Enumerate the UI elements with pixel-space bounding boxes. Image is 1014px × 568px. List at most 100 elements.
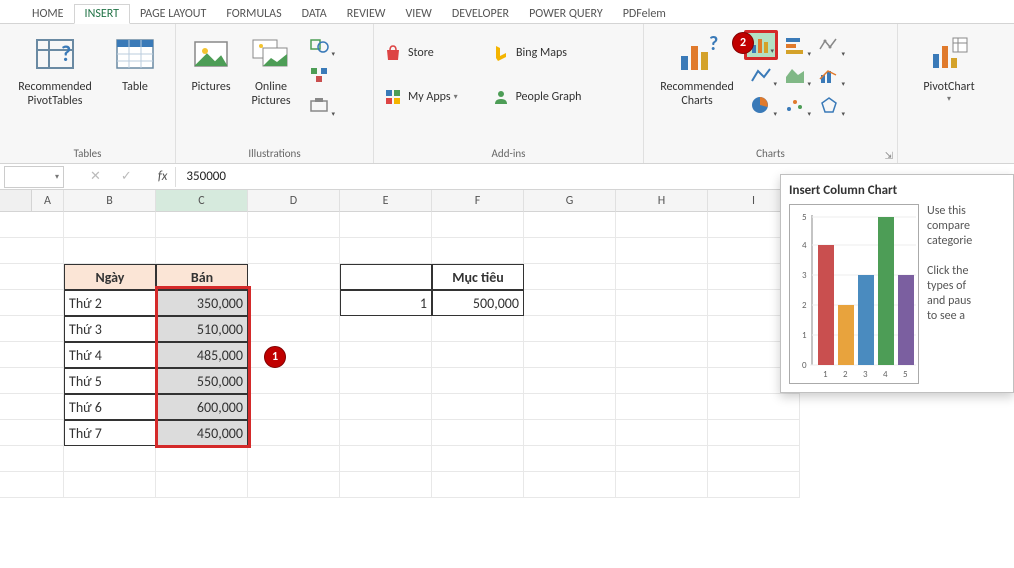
online-pictures-label: Online Pictures — [251, 80, 290, 108]
area-chart-button[interactable]: ▾ — [778, 60, 812, 90]
table-label: Table — [122, 80, 148, 94]
callout-badge-2: 2 — [732, 32, 754, 54]
pictures-button[interactable]: Pictures — [182, 28, 240, 142]
cell-day[interactable]: Thứ 7 — [64, 420, 156, 446]
tooltip-title: Insert Column Chart — [789, 183, 1005, 198]
col-H[interactable]: H — [616, 190, 708, 212]
tab-page-layout[interactable]: PAGE LAYOUT — [130, 5, 216, 23]
cell-target-label[interactable]: Mục tiêu — [432, 264, 524, 290]
stock-chart-icon — [818, 35, 840, 55]
cell-header-sold[interactable]: Bán — [156, 264, 248, 290]
formula-value[interactable]: 350000 — [186, 169, 226, 184]
bar-chart-icon — [784, 35, 806, 55]
cell-target-idx[interactable]: 1 — [340, 290, 432, 316]
screenshot-button[interactable]: ▾ — [302, 90, 336, 120]
ribbon: ? Recommended PivotTables Table Tables P… — [0, 24, 1014, 164]
col-E[interactable]: E — [340, 190, 432, 212]
tab-review[interactable]: REVIEW — [337, 5, 396, 23]
shapes-button[interactable]: ▾ — [302, 30, 336, 60]
pivot-question-icon: ? — [33, 32, 77, 76]
svg-text:4: 4 — [883, 369, 888, 380]
combo-chart-button[interactable]: ▾ — [812, 60, 846, 90]
cell-target-val[interactable]: 500,000 — [432, 290, 524, 316]
line-chart-button[interactable]: ▾ — [744, 60, 778, 90]
store-button[interactable]: Store — [380, 38, 488, 68]
col-A[interactable]: A — [32, 190, 64, 212]
col-G[interactable]: G — [524, 190, 616, 212]
tooltip-chart-preview: 0 1 2 3 4 5 12345 — [789, 204, 919, 384]
recommended-charts-icon: ? — [675, 32, 719, 76]
stock-chart-button[interactable]: ▾ — [812, 30, 846, 60]
svg-text:0: 0 — [802, 360, 807, 371]
cell-sold[interactable]: 485,000 — [156, 342, 248, 368]
radar-chart-icon — [818, 95, 840, 115]
radar-chart-button[interactable]: ▾ — [812, 90, 846, 120]
cell-E-blank[interactable] — [340, 264, 432, 290]
tab-data[interactable]: DATA — [292, 5, 337, 23]
my-apps-button[interactable]: My Apps ▾ — [380, 82, 488, 112]
col-F[interactable]: F — [432, 190, 524, 212]
pie-chart-icon — [750, 95, 772, 115]
group-tables: ? Recommended PivotTables Table Tables — [0, 24, 176, 163]
recommended-pivottables-label: Recommended PivotTables — [18, 80, 92, 108]
tooltip-text: Use this compare categorie Click the typ… — [927, 204, 972, 384]
pivotchart-button[interactable]: PivotChart ▾ — [904, 28, 994, 142]
tab-view[interactable]: VIEW — [395, 5, 441, 23]
formula-controls: ✕ ✓ — [80, 169, 142, 184]
name-box[interactable]: ▾ — [4, 166, 64, 188]
svg-text:3: 3 — [863, 369, 868, 380]
group-illustrations: Pictures Online Pictures ▾ ▾ Illustratio… — [176, 24, 374, 163]
bing-icon — [492, 44, 510, 62]
svg-text:4: 4 — [802, 240, 807, 251]
online-pictures-button[interactable]: Online Pictures — [240, 28, 302, 142]
col-C[interactable]: C — [156, 190, 248, 212]
ribbon-tabs: HOME INSERT PAGE LAYOUT FORMULAS DATA RE… — [0, 0, 1014, 24]
my-apps-label: My Apps — [408, 90, 451, 104]
cell-day[interactable]: Thứ 5 — [64, 368, 156, 394]
tab-pdfelement[interactable]: PDFelem — [613, 5, 676, 23]
recommended-pivottables-button[interactable]: ? Recommended PivotTables — [6, 28, 104, 142]
bar-chart-button[interactable]: ▾ — [778, 30, 812, 60]
cancel-icon[interactable]: ✕ — [90, 169, 101, 184]
cell-sold[interactable]: 350,000 — [156, 290, 248, 316]
online-pictures-icon — [249, 32, 293, 76]
tab-insert[interactable]: INSERT — [74, 4, 130, 24]
cell-sold[interactable]: 510,000 — [156, 316, 248, 342]
cell-sold[interactable]: 550,000 — [156, 368, 248, 394]
col-B[interactable]: B — [64, 190, 156, 212]
group-tables-label: Tables — [0, 147, 175, 163]
charts-dialog-launcher[interactable]: ⇲ — [644, 149, 897, 163]
fx-label[interactable]: fx — [158, 169, 168, 184]
tab-home[interactable]: HOME — [22, 5, 74, 23]
pivotchart-label: PivotChart — [923, 80, 974, 94]
people-graph-button[interactable]: People Graph — [488, 82, 637, 112]
group-addins: Store Bing Maps My Apps ▾ People Graph — [374, 24, 644, 163]
cell-day[interactable]: Thứ 6 — [64, 394, 156, 420]
tab-developer[interactable]: DEVELOPER — [442, 5, 519, 23]
cell-day[interactable]: Thứ 2 — [64, 290, 156, 316]
pivotchart-icon — [927, 32, 971, 76]
pie-chart-button[interactable]: ▾ — [744, 90, 778, 120]
enter-icon[interactable]: ✓ — [121, 169, 132, 184]
smartart-button[interactable] — [302, 60, 336, 90]
svg-text:2: 2 — [843, 369, 848, 380]
select-all-corner[interactable] — [0, 190, 32, 212]
cell-sold[interactable]: 450,000 — [156, 420, 248, 446]
cell-day[interactable]: Thứ 4 — [64, 342, 156, 368]
cell-sold[interactable]: 600,000 — [156, 394, 248, 420]
recommended-charts-button[interactable]: ? Recommended Charts — [650, 28, 744, 142]
line-chart-icon — [750, 65, 772, 85]
cell-day[interactable]: Thứ 3 — [64, 316, 156, 342]
bing-maps-button[interactable]: Bing Maps — [488, 38, 628, 68]
group-addins-label: Add-ins — [374, 147, 643, 163]
people-graph-label: People Graph — [516, 90, 582, 104]
tab-formulas[interactable]: FORMULAS — [216, 5, 291, 23]
table-icon — [113, 32, 157, 76]
cell-header-day[interactable]: Ngày — [64, 264, 156, 290]
picture-icon — [189, 32, 233, 76]
table-button[interactable]: Table — [104, 28, 166, 142]
scatter-chart-button[interactable]: ▾ — [778, 90, 812, 120]
tab-power-query[interactable]: POWER QUERY — [519, 5, 613, 23]
recommended-charts-label: Recommended Charts — [660, 80, 734, 108]
col-D[interactable]: D — [248, 190, 340, 212]
